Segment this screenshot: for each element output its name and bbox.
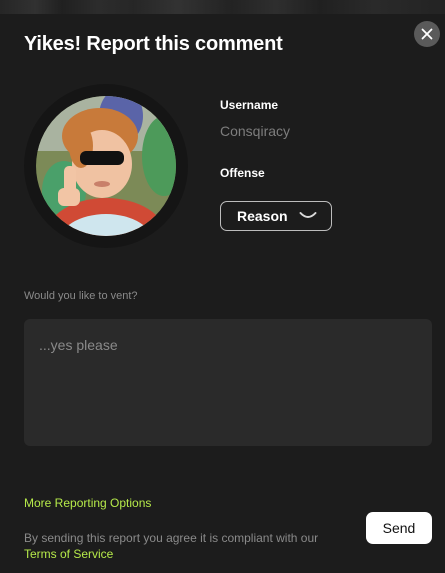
report-dialog: Yikes! Report this comment Username Cons… [0, 0, 445, 573]
close-icon [421, 28, 433, 40]
terms-of-service-link[interactable]: Terms of Service [24, 547, 113, 561]
disclaimer-text: By sending this report you agree it is c… [24, 530, 324, 562]
send-button[interactable]: Send [366, 512, 432, 544]
username-value: Consqiracy [220, 123, 291, 139]
dropdown-selected-value: Reason [237, 208, 288, 224]
vent-textarea[interactable] [24, 319, 432, 446]
avatar [36, 96, 176, 236]
background-strip [0, 0, 445, 14]
offense-reason-dropdown[interactable]: Reason [220, 201, 332, 231]
disclaimer-prefix: By sending this report you agree it is c… [24, 531, 319, 545]
username-label: Username [220, 98, 279, 112]
more-reporting-options-link[interactable]: More Reporting Options [24, 496, 151, 510]
close-button[interactable] [414, 21, 440, 47]
dialog-title: Yikes! Report this comment [24, 33, 283, 55]
vent-label: Would you like to vent? [24, 290, 138, 302]
chevron-down-icon [299, 212, 317, 218]
offense-label: Offense [220, 166, 265, 180]
